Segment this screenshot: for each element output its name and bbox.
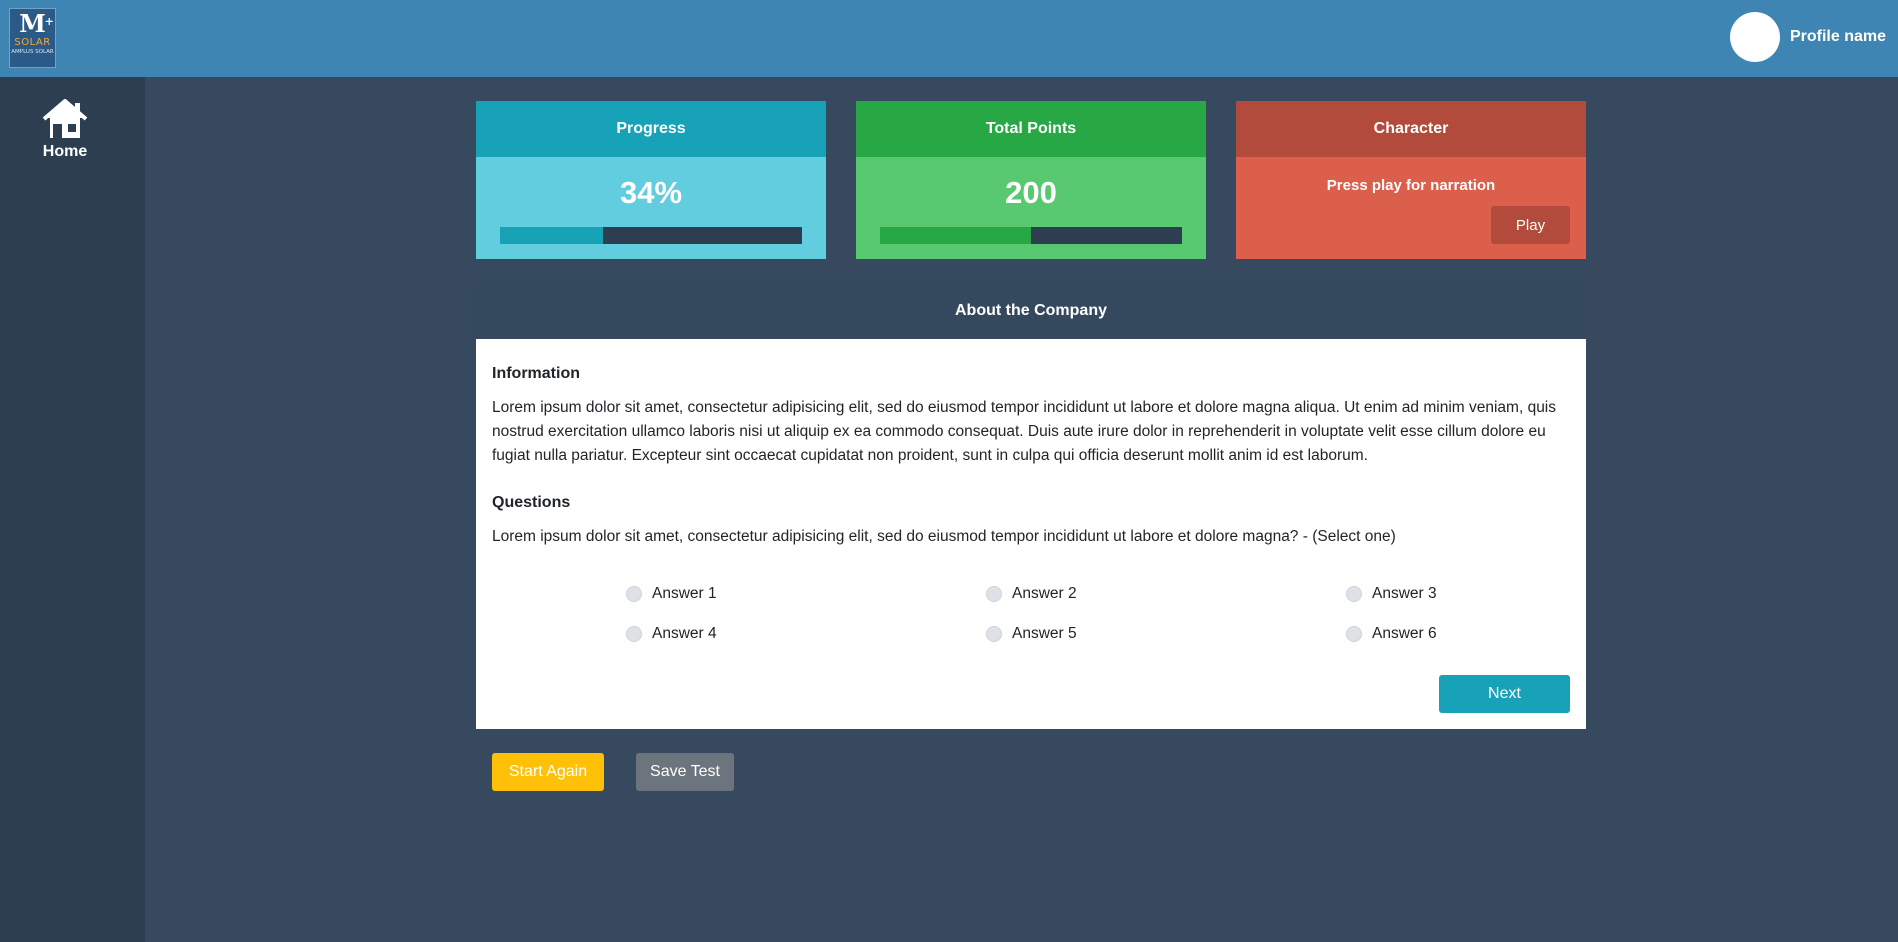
points-value: 200 [1005, 175, 1057, 210]
points-bar-fill [880, 227, 1031, 244]
answer-label: Answer 4 [652, 624, 717, 642]
points-card: Total Points 200 [856, 101, 1206, 259]
narration-text: Press play for narration [1326, 177, 1496, 194]
next-button[interactable]: Next [1439, 675, 1570, 713]
radio-button[interactable] [626, 585, 642, 602]
progress-card: Progress 34% [476, 101, 826, 259]
profile-name[interactable]: Profile name [1790, 28, 1886, 46]
sidebar: Home [0, 77, 145, 942]
radio-button[interactable] [986, 585, 1002, 602]
question-text: Lorem ipsum dolor sit amet, consectetur … [492, 528, 1396, 545]
character-card: Character Press play for narration Play [1236, 101, 1586, 259]
answer-option-6[interactable]: Answer 6 [1346, 621, 1466, 646]
character-card-title: Character [1236, 101, 1586, 157]
panel-title: About the Company [476, 283, 1586, 339]
play-button[interactable]: Play [1491, 206, 1570, 244]
logo-word: SOLAR [14, 37, 51, 48]
company-panel: About the Company Information Lorem ipsu… [476, 283, 1586, 729]
information-heading: Information [492, 365, 580, 382]
points-bar [880, 227, 1182, 244]
profile-menu[interactable]: Profile name [1729, 12, 1886, 62]
answer-option-4[interactable]: Answer 4 [626, 621, 986, 646]
progress-card-title: Progress [476, 101, 826, 157]
answer-label: Answer 6 [1372, 624, 1437, 642]
radio-button[interactable] [986, 625, 1002, 642]
sidebar-item-label: Home [42, 143, 88, 160]
answer-option-2[interactable]: Answer 2 [986, 581, 1346, 606]
progress-bar [500, 227, 802, 244]
answer-options: Answer 1 Answer 2 Answer 3 Answer 4 Answ… [626, 581, 1466, 646]
answer-label: Answer 5 [1012, 624, 1077, 642]
progress-bar-fill [500, 227, 603, 244]
radio-button[interactable] [1346, 625, 1362, 642]
answer-label: Answer 3 [1372, 584, 1437, 602]
logo-mark: M [19, 9, 46, 38]
home-icon [42, 99, 88, 140]
information-text: Lorem ipsum dolor sit amet, consectetur … [492, 399, 1557, 464]
radio-button[interactable] [626, 625, 642, 642]
start-again-button[interactable]: Start Again [492, 753, 604, 791]
sidebar-item-home[interactable]: Home [25, 99, 105, 161]
avatar[interactable] [1729, 12, 1780, 62]
logo-tagline: AMPLUS SOLAR [11, 49, 54, 55]
answer-label: Answer 1 [652, 584, 717, 602]
answer-option-3[interactable]: Answer 3 [1346, 581, 1466, 606]
answer-option-5[interactable]: Answer 5 [986, 621, 1346, 646]
save-test-button[interactable]: Save Test [636, 753, 734, 791]
company-logo[interactable]: M + SOLAR AMPLUS SOLAR [9, 8, 56, 68]
answer-label: Answer 2 [1012, 584, 1077, 602]
top-header: M + SOLAR AMPLUS SOLAR Profile name [0, 0, 1898, 77]
questions-heading: Questions [492, 494, 571, 511]
points-card-title: Total Points [856, 101, 1206, 157]
logo-superscript: + [44, 15, 54, 28]
answer-option-1[interactable]: Answer 1 [626, 581, 986, 606]
progress-value: 34% [619, 175, 683, 210]
radio-button[interactable] [1346, 585, 1362, 602]
